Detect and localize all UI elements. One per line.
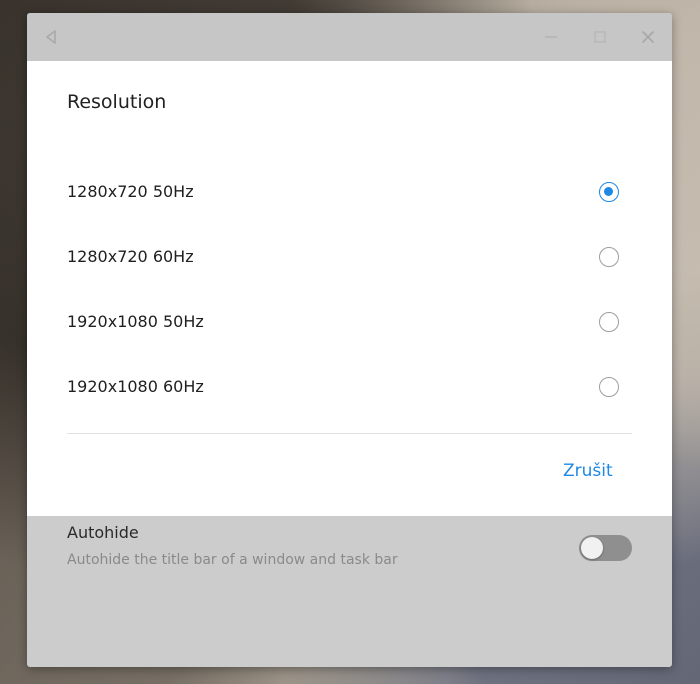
- radio-button[interactable]: [599, 377, 619, 397]
- radio-button[interactable]: [599, 247, 619, 267]
- window-titlebar: [27, 13, 672, 61]
- toggle-knob: [581, 537, 603, 559]
- dialog-title: Resolution: [67, 91, 167, 113]
- back-triangle-icon[interactable]: [39, 25, 63, 49]
- autohide-toggle[interactable]: [579, 535, 632, 561]
- option-label: 1280x720 60Hz: [67, 247, 194, 266]
- resolution-option-1280x720-60hz[interactable]: 1280x720 60Hz: [27, 229, 672, 287]
- radio-button[interactable]: [599, 312, 619, 332]
- option-label: 1280x720 50Hz: [67, 182, 194, 201]
- option-label: 1920x1080 60Hz: [67, 377, 204, 396]
- autohide-title: Autohide: [67, 523, 139, 542]
- option-label: 1920x1080 50Hz: [67, 312, 204, 331]
- resolution-option-1280x720-50hz[interactable]: 1280x720 50Hz: [27, 164, 672, 222]
- settings-window: Autohide Autohide the title bar of a win…: [27, 13, 672, 667]
- cancel-button[interactable]: Zrušit: [563, 461, 613, 481]
- resolution-option-1920x1080-50hz[interactable]: 1920x1080 50Hz: [27, 294, 672, 352]
- autohide-description: Autohide the title bar of a window and t…: [67, 552, 398, 568]
- maximize-icon[interactable]: [588, 25, 612, 49]
- resolution-option-1920x1080-60hz[interactable]: 1920x1080 60Hz: [27, 359, 672, 417]
- resolution-dialog: Resolution 1280x720 50Hz 1280x720 60Hz 1…: [27, 61, 672, 516]
- close-icon[interactable]: [636, 25, 660, 49]
- radio-button[interactable]: [599, 182, 619, 202]
- autohide-setting-row: Autohide Autohide the title bar of a win…: [27, 513, 672, 593]
- minimize-icon[interactable]: [539, 25, 563, 49]
- dialog-divider: [67, 433, 632, 434]
